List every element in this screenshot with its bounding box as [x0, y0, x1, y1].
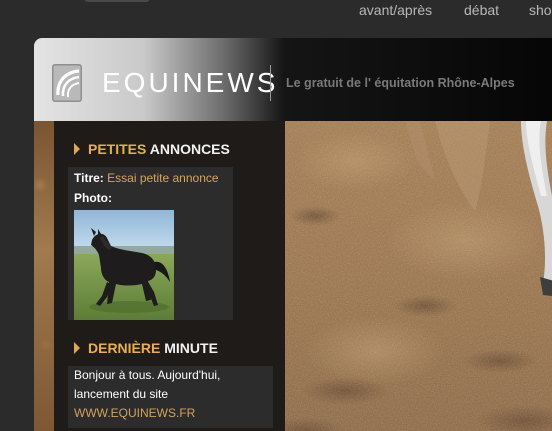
arena-sand-strip: [34, 121, 54, 431]
site-tagline: Le gratuit de l' équitation Rhône-Alpes: [286, 76, 515, 90]
ad-photo-thumbnail[interactable]: [74, 210, 174, 320]
hero-photo: [285, 121, 552, 431]
top-tab[interactable]: [84, 0, 150, 2]
arrow-right-icon: [74, 143, 80, 155]
nav-link-avant-apres[interactable]: avant/après: [359, 0, 464, 22]
logo-text[interactable]: EQUINEWS: [102, 67, 278, 99]
ad-photo-row: Photo:: [74, 191, 112, 205]
heading-accent: DERNIÈRE: [88, 340, 161, 356]
nav-link-shop[interactable]: sho: [529, 0, 552, 22]
derniere-minute-heading[interactable]: DERNIÈRE MINUTE: [74, 340, 218, 356]
petites-annonces-heading[interactable]: PETITES ANNONCES: [74, 141, 230, 157]
heading-rest: MINUTE: [164, 340, 218, 356]
top-nav: avant/après débat sho: [359, 0, 552, 22]
arena-horse-photo: [285, 121, 552, 431]
nav-link-debat[interactable]: débat: [464, 0, 529, 22]
ad-photo-label: Photo:: [74, 191, 112, 205]
arrow-right-icon: [74, 342, 80, 354]
ad-title-row: Titre: Essai petite annonce: [74, 171, 219, 185]
news-text: Bonjour à tous. Aujourd'hui, lancement d…: [74, 366, 274, 423]
heading-accent: PETITES: [88, 141, 147, 157]
news-site-link[interactable]: WWW.EQUINEWS.FR: [74, 404, 274, 423]
main-frame: EQUINEWS Le gratuit de l' équitation Rhô…: [34, 38, 552, 431]
equinews-logo-icon[interactable]: [52, 64, 84, 102]
header-divider: [270, 65, 271, 101]
page: avant/après débat sho EQUINEWS Le gratui…: [0, 0, 552, 431]
ad-title-label: Titre:: [74, 171, 104, 185]
site-header: EQUINEWS Le gratuit de l' équitation Rhô…: [34, 38, 552, 121]
news-line-2: lancement du site: [74, 387, 169, 401]
content-area: PETITES ANNONCES Titre: Essai petite ann…: [34, 121, 552, 431]
heading-rest: ANNONCES: [149, 141, 230, 157]
news-line-1: Bonjour à tous. Aujourd'hui,: [74, 368, 221, 382]
ad-title-link[interactable]: Essai petite annonce: [107, 171, 218, 185]
horse-photo: [74, 210, 174, 320]
